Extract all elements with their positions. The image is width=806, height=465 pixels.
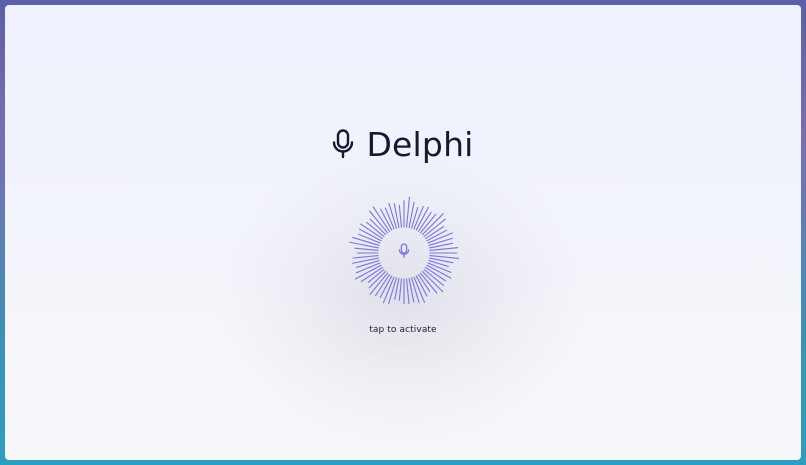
header: Delphi bbox=[5, 122, 801, 166]
app-window: Delphi tap to activate bbox=[5, 5, 801, 460]
visualizer-ray bbox=[398, 204, 403, 228]
visualizer-rays bbox=[349, 196, 459, 304]
visualizer-ray bbox=[421, 213, 444, 236]
visualizer-ray bbox=[354, 247, 379, 252]
activate-voice-button[interactable] bbox=[349, 194, 459, 304]
app-title: Delphi bbox=[366, 124, 474, 164]
microphone-icon bbox=[398, 243, 410, 258]
visualizer-ray bbox=[405, 196, 411, 228]
visualizer-ray bbox=[405, 278, 410, 304]
microphone-icon bbox=[333, 129, 354, 159]
visualizer-ray bbox=[398, 278, 403, 301]
activate-caption: tap to activate bbox=[369, 325, 437, 335]
visualizer-ray bbox=[429, 247, 459, 252]
visualizer-ray bbox=[429, 254, 459, 259]
voice-visualizer bbox=[349, 196, 459, 304]
visualizer-ray bbox=[421, 270, 444, 293]
visualizer-ray bbox=[349, 241, 380, 249]
visualizer-ray bbox=[352, 254, 379, 259]
